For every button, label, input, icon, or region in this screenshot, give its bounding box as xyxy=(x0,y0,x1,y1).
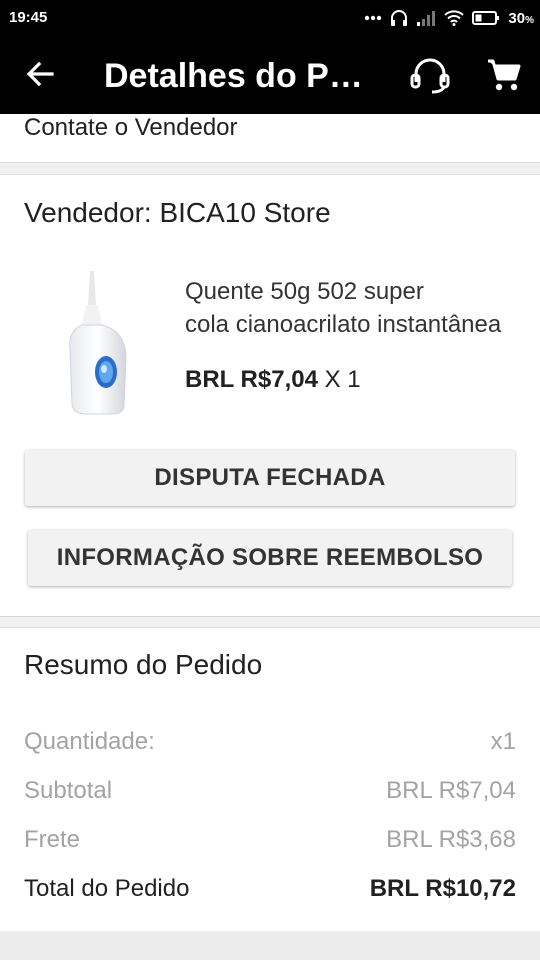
battery-icon xyxy=(472,11,500,25)
summary-label: Total do Pedido xyxy=(24,875,190,902)
wifi-icon xyxy=(444,10,465,26)
summary-row-total: Total do Pedido BRL R$10,72 xyxy=(24,872,516,906)
next-section-card xyxy=(0,932,540,960)
status-icons: 30% xyxy=(364,8,534,28)
price-value: BRL R$7,04 xyxy=(185,366,318,393)
summary-value: BRL R$10,72 xyxy=(369,875,516,902)
contact-card: Contate o Vendedor xyxy=(0,114,540,163)
summary-title: Resumo do Pedido xyxy=(24,649,263,680)
cart-icon[interactable] xyxy=(486,58,522,92)
quantity-value: X 1 xyxy=(324,366,361,393)
product-title-line2: cola cianoacrilato instantânea xyxy=(185,311,502,338)
summary-label: Quantidade: xyxy=(24,728,155,755)
signal-icon xyxy=(417,11,436,26)
more-dots-icon xyxy=(365,15,382,21)
product-title-line1: Quente 50g 502 super xyxy=(185,278,424,305)
summary-label: Frete xyxy=(24,826,81,853)
summary-value: BRL R$7,04 xyxy=(386,777,516,804)
order-summary-card: Resumo do Pedido Quantidade: x1 Subtotal… xyxy=(0,627,540,931)
status-time: 19:45 xyxy=(9,9,48,26)
page-title: Detalhes do Pedido xyxy=(104,57,380,95)
summary-value: BRL R$3,68 xyxy=(386,826,516,853)
refund-info-button[interactable]: INFORMAÇÃO SOBRE REEMBOLSO xyxy=(28,530,512,586)
product-title[interactable]: Quente 50g 502 super cola cianoacrilato … xyxy=(185,275,520,341)
battery-percent: 30% xyxy=(508,9,534,27)
back-arrow-icon[interactable] xyxy=(24,58,56,90)
seller-name[interactable]: Vendedor: BICA10 Store xyxy=(24,196,331,230)
headphones-icon xyxy=(391,10,408,26)
summary-row-subtotal: Subtotal BRL R$7,04 xyxy=(24,774,516,808)
dispute-closed-button[interactable]: DISPUTA FECHADA xyxy=(25,450,515,506)
contact-seller-link[interactable]: Contate o Vendedor xyxy=(24,114,238,142)
order-card: Vendedor: BICA10 Store Quente 50g 502 su… xyxy=(0,174,540,617)
customer-support-icon[interactable] xyxy=(408,56,452,94)
app-bar: Detalhes do Pedido xyxy=(0,36,540,114)
product-image[interactable] xyxy=(62,269,138,415)
summary-row-shipping: Frete BRL R$3,68 xyxy=(24,823,516,857)
summary-value: x1 xyxy=(490,728,516,755)
summary-row-quantity: Quantidade: x1 xyxy=(24,725,516,759)
summary-label: Subtotal xyxy=(24,777,113,804)
product-price: BRL R$7,04 X 1 xyxy=(185,363,361,397)
status-bar: 19:45 30% xyxy=(0,0,540,36)
